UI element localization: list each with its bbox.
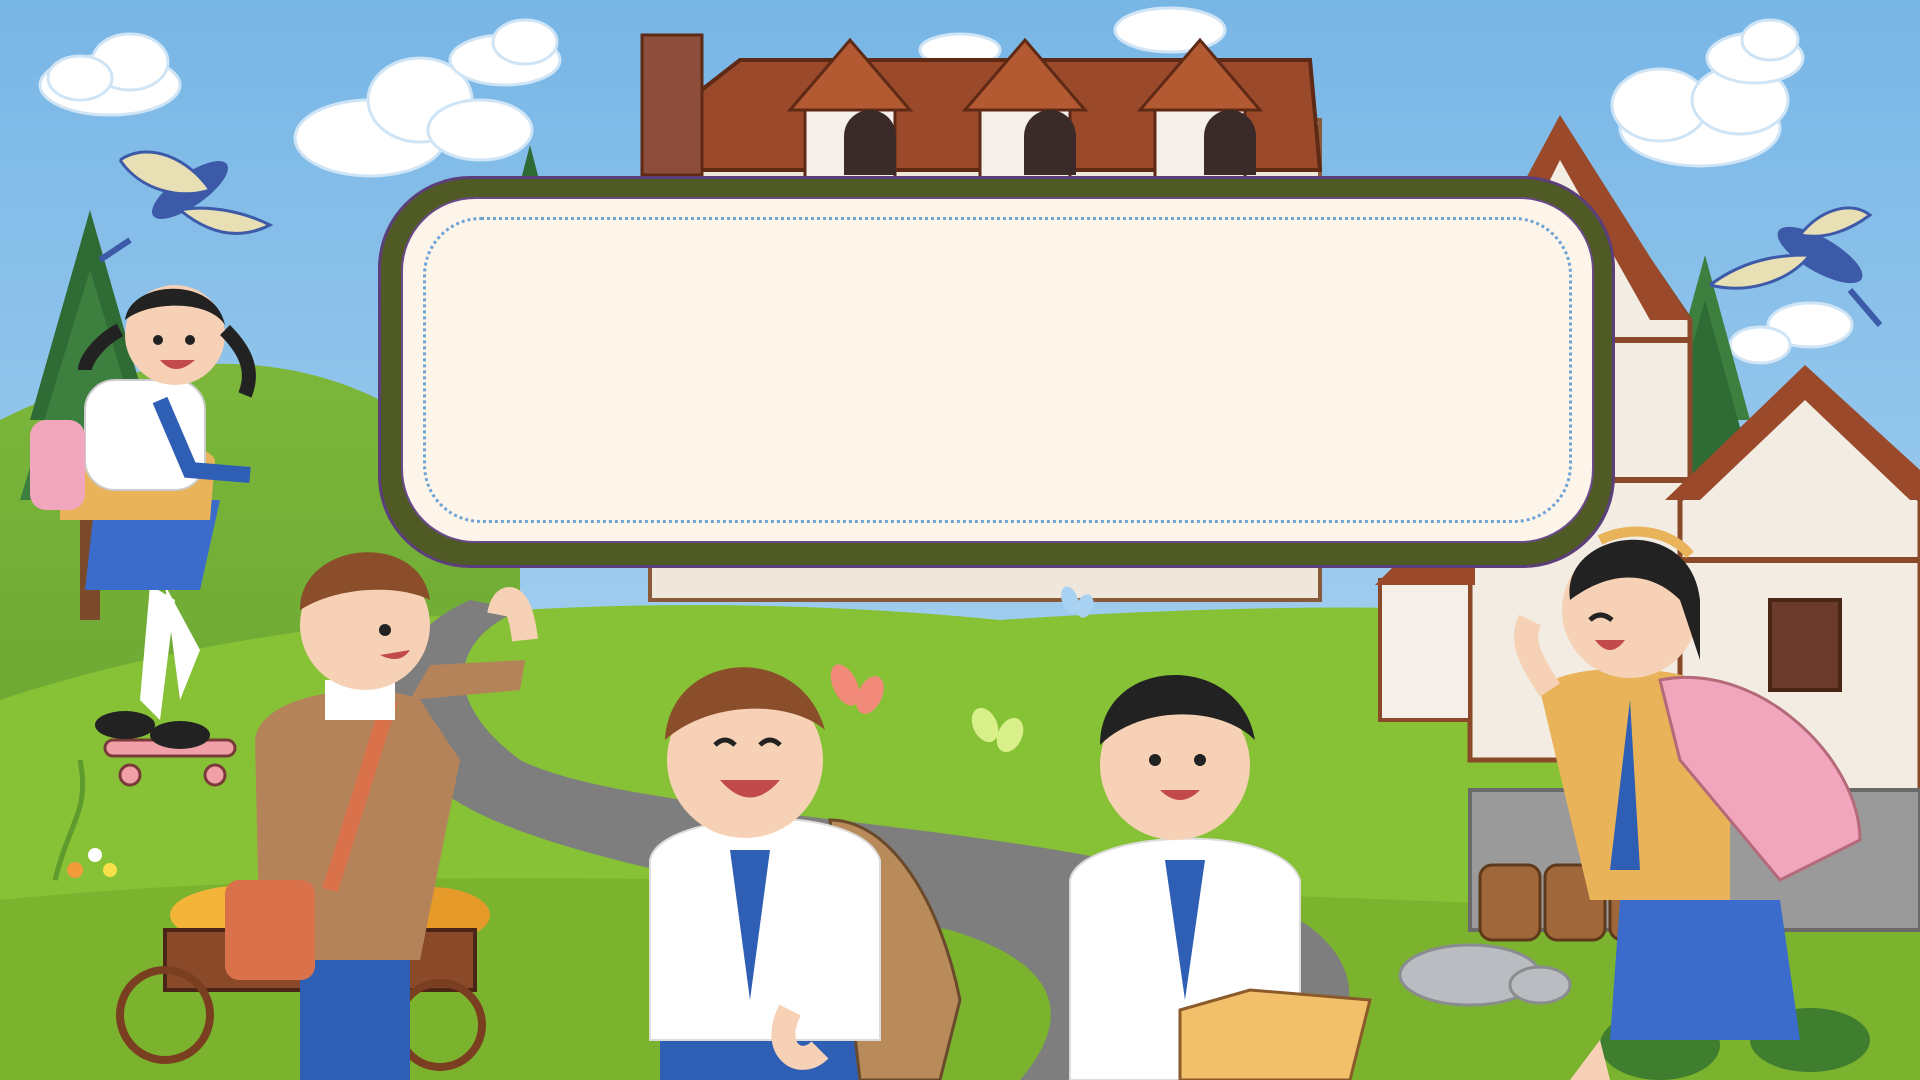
title-panel-inner [401,197,1594,543]
title-panel-dotted-border [423,217,1572,523]
backpack-icon [30,420,85,510]
book-icon [1178,988,1372,1080]
scene-stage [0,0,1920,1080]
title-panel [378,176,1615,568]
